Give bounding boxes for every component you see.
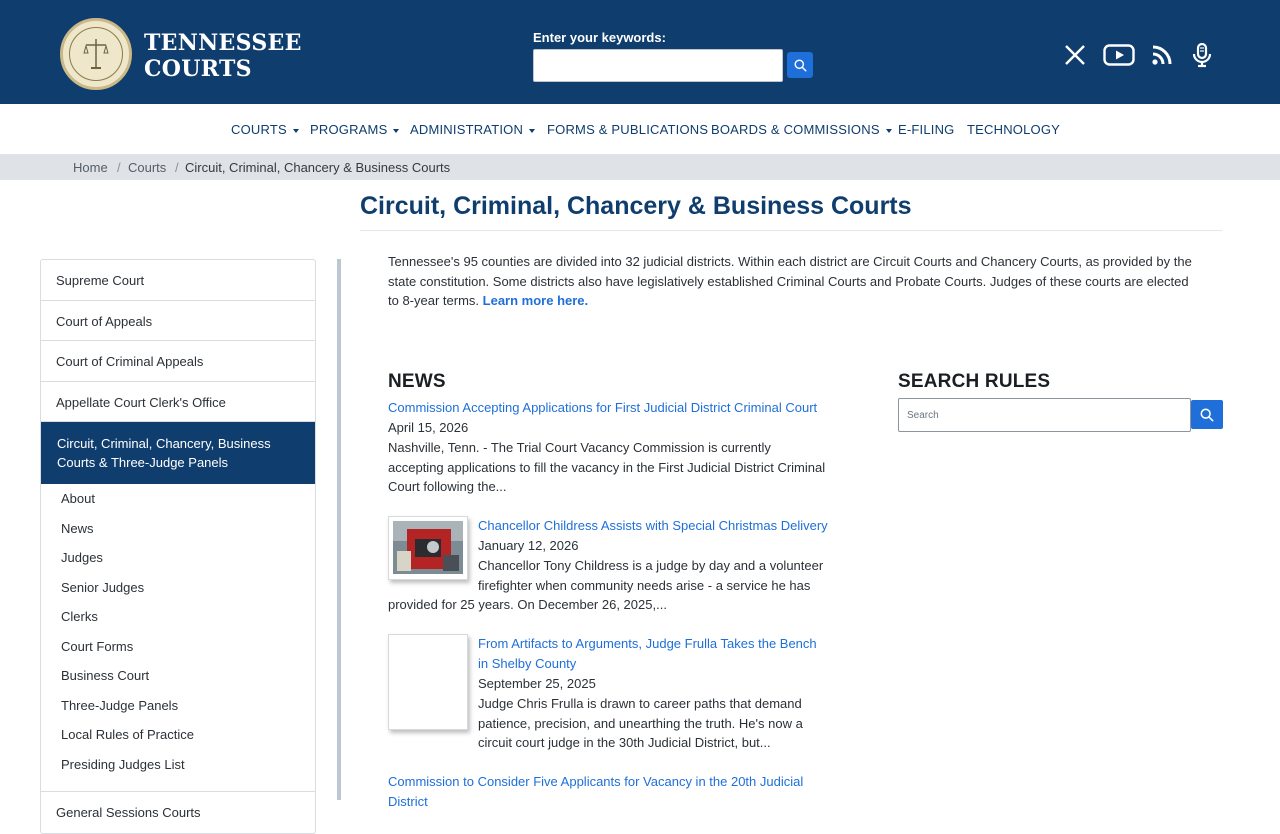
- nav-item-administration[interactable]: ADMINISTRATION: [410, 122, 536, 137]
- sidebar-menu: Supreme Court Court of Appeals Court of …: [40, 259, 316, 834]
- search-icon: [793, 58, 807, 72]
- sidebar-sub-three-judge-panels[interactable]: Three-Judge Panels: [41, 698, 315, 729]
- main-navigation: COURTS PROGRAMS ADMINISTRATION FORMS & P…: [0, 104, 1280, 154]
- news-item-thumbnail[interactable]: [388, 516, 468, 580]
- sidebar-item-appellate-clerk[interactable]: Appellate Court Clerk's Office: [41, 382, 315, 422]
- nav-item-boards-commissions[interactable]: BOARDS & COMMISSIONS: [711, 122, 892, 137]
- breadcrumb-current: Circuit, Criminal, Chancery & Business C…: [185, 160, 451, 175]
- youtube-social-link[interactable]: [1102, 40, 1136, 70]
- news-item-summary: Nashville, Tenn. - The Trial Court Vacan…: [388, 440, 826, 494]
- sidebar-divider: [337, 259, 341, 800]
- news-item-title-link[interactable]: Commission to Consider Five Applicants f…: [388, 772, 828, 812]
- nav-item-programs[interactable]: PROGRAMS: [310, 122, 400, 137]
- sidebar-sub-about[interactable]: About: [41, 492, 315, 522]
- sidebar-item-general-sessions[interactable]: General Sessions Courts: [41, 792, 315, 833]
- caret-down-icon: [393, 128, 400, 133]
- caret-down-icon: [529, 128, 536, 133]
- nav-item-e-filing[interactable]: E-FILING: [898, 122, 955, 137]
- x-social-link[interactable]: [1060, 40, 1090, 70]
- sidebar-sub-clerks[interactable]: Clerks: [41, 610, 315, 640]
- sidebar-sub-court-forms[interactable]: Court Forms: [41, 639, 315, 670]
- sidebar-sub-judges[interactable]: Judges: [41, 551, 315, 581]
- sidebar-sub-news[interactable]: News: [41, 521, 315, 552]
- news-heading: NEWS: [388, 371, 446, 392]
- podcast-icon: [1192, 42, 1212, 68]
- news-item: Commission to Consider Five Applicants f…: [388, 772, 828, 812]
- news-item: Chancellor Childress Assists with Specia…: [388, 516, 828, 615]
- caret-down-icon: [885, 128, 892, 133]
- search-rules-heading: SEARCH RULES: [898, 371, 1051, 392]
- podcast-social-link[interactable]: [1187, 40, 1217, 70]
- breadcrumb-home[interactable]: Home: [73, 160, 108, 175]
- learn-more-link[interactable]: Learn more here.: [483, 293, 589, 308]
- scales-of-justice-icon: [83, 39, 109, 69]
- breadcrumb: Home / Courts / Circuit, Criminal, Chanc…: [0, 154, 1280, 180]
- search-icon: [1200, 408, 1214, 421]
- rss-icon: [1152, 45, 1172, 65]
- breadcrumb-courts[interactable]: Courts: [128, 160, 166, 175]
- sidebar-item-supreme-court[interactable]: Supreme Court: [41, 260, 315, 301]
- sidebar-submenu: About News Judges Senior Judges Clerks C…: [41, 484, 315, 792]
- news-item-thumbnail[interactable]: [388, 634, 468, 730]
- page-title: Circuit, Criminal, Chancery & Business C…: [360, 192, 912, 220]
- sidebar-sub-local-rules[interactable]: Local Rules of Practice: [41, 728, 315, 758]
- rules-search-button[interactable]: [1191, 400, 1223, 429]
- sidebar-item-court-of-appeals[interactable]: Court of Appeals: [41, 301, 315, 341]
- tennessee-judiciary-seal-logo[interactable]: [60, 18, 132, 90]
- rss-social-link[interactable]: [1147, 40, 1177, 70]
- breadcrumb-separator: /: [175, 160, 179, 175]
- breadcrumb-separator: /: [117, 160, 121, 175]
- caret-down-icon: [292, 128, 299, 133]
- news-item-title-link[interactable]: Commission Accepting Applications for Fi…: [388, 398, 828, 418]
- title-divider: [360, 230, 1222, 231]
- keyword-search-button[interactable]: [787, 52, 813, 78]
- firefighter-photo: [393, 521, 463, 574]
- youtube-icon: [1103, 44, 1135, 66]
- keyword-search-input[interactable]: [533, 49, 783, 82]
- rules-search-input[interactable]: Search: [898, 398, 1191, 432]
- nav-item-forms-publications[interactable]: FORMS & PUBLICATIONS: [547, 122, 708, 137]
- news-item-date: April 15, 2026: [388, 420, 469, 435]
- sidebar-sub-senior-judges[interactable]: Senior Judges: [41, 580, 315, 611]
- sidebar-sub-presiding-judges[interactable]: Presiding Judges List: [41, 757, 315, 788]
- news-item: Commission Accepting Applications for Fi…: [388, 398, 828, 497]
- nav-item-courts[interactable]: COURTS: [231, 122, 299, 137]
- intro-paragraph: Tennessee's 95 counties are divided into…: [388, 254, 1192, 308]
- site-header: TENNESSEE COURTS Enter your keywords:: [0, 0, 1280, 104]
- sidebar-item-active-trial-courts[interactable]: Circuit, Criminal, Chancery, Business Co…: [41, 422, 315, 484]
- site-brand[interactable]: TENNESSEE COURTS: [144, 30, 302, 82]
- sidebar-sub-business-court[interactable]: Business Court: [41, 669, 315, 699]
- sidebar-item-court-of-criminal-appeals[interactable]: Court of Criminal Appeals: [41, 341, 315, 382]
- news-item: From Artifacts to Arguments, Judge Frull…: [388, 634, 828, 753]
- keyword-search-label: Enter your keywords:: [533, 30, 666, 45]
- x-icon: [1065, 45, 1085, 65]
- nav-item-technology[interactable]: TECHNOLOGY: [967, 122, 1060, 137]
